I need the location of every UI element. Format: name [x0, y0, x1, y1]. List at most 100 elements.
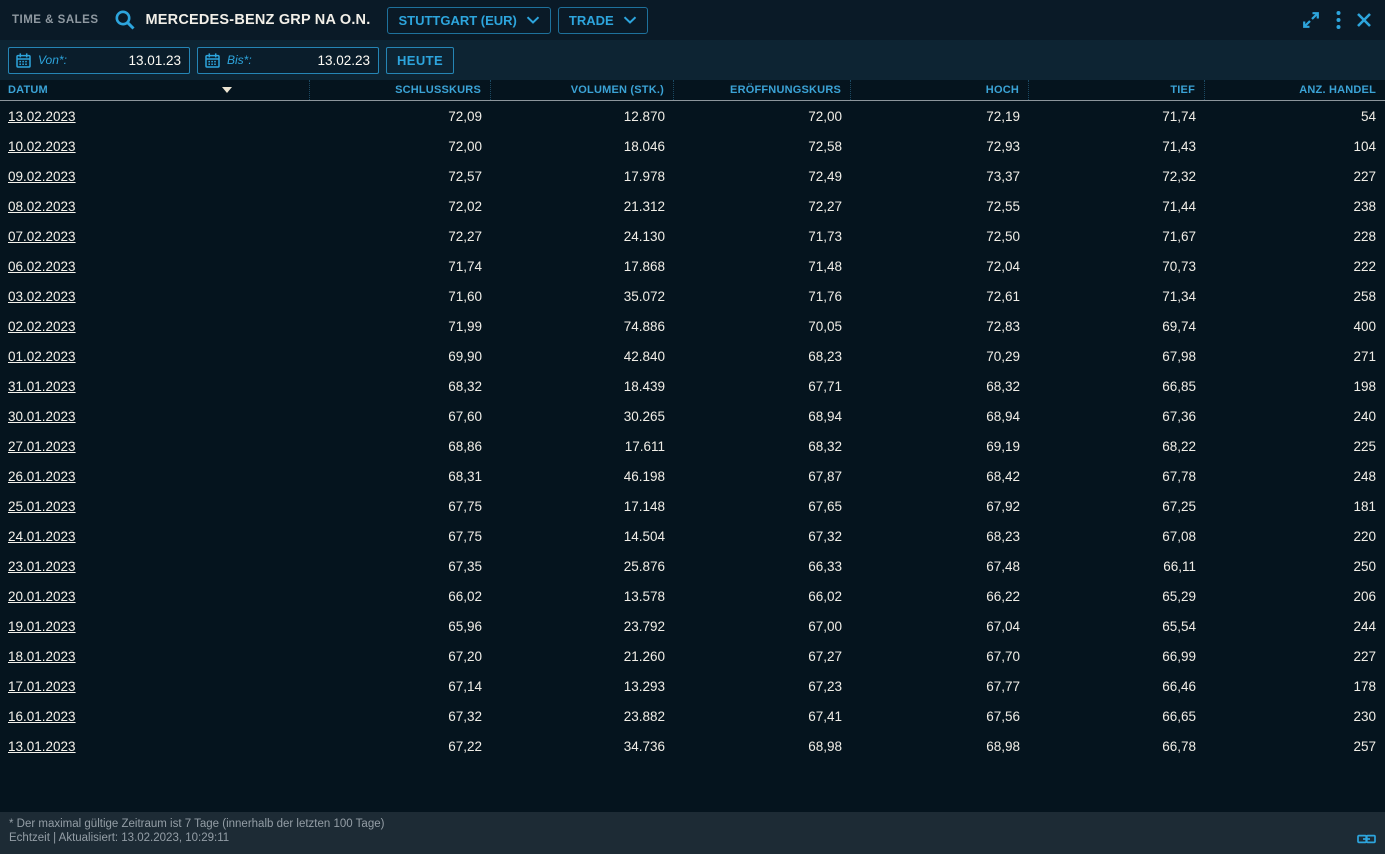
date-link[interactable]: 26.01.2023 [8, 469, 76, 484]
heute-button[interactable]: HEUTE [386, 47, 454, 74]
cell-schlusskurs: 69,90 [310, 349, 491, 364]
table-row: 03.02.202371,6035.07271,7672,6171,34258 [0, 281, 1385, 311]
date-link[interactable]: 03.02.2023 [8, 289, 76, 304]
date-link[interactable]: 07.02.2023 [8, 229, 76, 244]
calendar-icon [16, 53, 31, 68]
column-header-schlusskurs[interactable]: SCHLUSSKURS [310, 80, 491, 100]
cell-hoch: 72,19 [851, 109, 1029, 124]
cell-eroeffnungskurs: 71,48 [674, 259, 851, 274]
cell-volumen: 46.198 [491, 469, 674, 484]
cell-schlusskurs: 67,14 [310, 679, 491, 694]
cell-tief: 71,44 [1029, 199, 1205, 214]
date-link[interactable]: 17.01.2023 [8, 679, 76, 694]
cell-eroeffnungskurs: 67,23 [674, 679, 851, 694]
date-link[interactable]: 25.01.2023 [8, 499, 76, 514]
cell-tief: 71,34 [1029, 289, 1205, 304]
trade-dropdown[interactable]: TRADE [558, 7, 648, 34]
date-link[interactable]: 16.01.2023 [8, 709, 76, 724]
table-row: 24.01.202367,7514.50467,3268,2367,08220 [0, 521, 1385, 551]
date-link[interactable]: 20.01.2023 [8, 589, 76, 604]
date-link[interactable]: 09.02.2023 [8, 169, 76, 184]
column-header-datum[interactable]: DATUM [0, 80, 310, 100]
cell-schlusskurs: 71,60 [310, 289, 491, 304]
cell-volumen: 24.130 [491, 229, 674, 244]
date-link[interactable]: 08.02.2023 [8, 199, 76, 214]
calendar-icon [205, 53, 220, 68]
cell-eroeffnungskurs: 66,02 [674, 589, 851, 604]
time-and-sales-panel: TIME & SALES MERCEDES-BENZ GRP NA O.N. S… [0, 0, 1385, 854]
cell-schlusskurs: 67,20 [310, 649, 491, 664]
column-header-volumen[interactable]: VOLUMEN (STK.) [491, 80, 674, 100]
date-link[interactable]: 24.01.2023 [8, 529, 76, 544]
column-header-eroeffnungskurs[interactable]: ERÖFFNUNGSKURS [674, 80, 851, 100]
cell-datum: 23.01.2023 [0, 559, 310, 574]
cell-anz-handel: 230 [1205, 709, 1385, 724]
cell-anz-handel: 244 [1205, 619, 1385, 634]
date-link[interactable]: 27.01.2023 [8, 439, 76, 454]
kebab-menu-icon[interactable] [1336, 10, 1341, 30]
table-row: 09.02.202372,5717.97872,4973,3772,32227 [0, 161, 1385, 191]
bis-value[interactable]: 13.02.23 [317, 53, 370, 68]
cell-datum: 03.02.2023 [0, 289, 310, 304]
date-link[interactable]: 01.02.2023 [8, 349, 76, 364]
cell-schlusskurs: 66,02 [310, 589, 491, 604]
bis-date-field[interactable]: Bis*: 13.02.23 [197, 47, 379, 74]
cell-eroeffnungskurs: 72,00 [674, 109, 851, 124]
search-icon[interactable] [113, 8, 137, 32]
cell-eroeffnungskurs: 67,65 [674, 499, 851, 514]
cell-hoch: 67,48 [851, 559, 1029, 574]
cell-tief: 67,78 [1029, 469, 1205, 484]
cell-anz-handel: 181 [1205, 499, 1385, 514]
date-link[interactable]: 23.01.2023 [8, 559, 76, 574]
cell-eroeffnungskurs: 67,71 [674, 379, 851, 394]
cell-anz-handel: 104 [1205, 139, 1385, 154]
column-header-tief[interactable]: TIEF [1029, 80, 1205, 100]
table-row: 08.02.202372,0221.31272,2772,5571,44238 [0, 191, 1385, 221]
close-icon[interactable] [1356, 12, 1372, 28]
table-row: 01.02.202369,9042.84068,2370,2967,98271 [0, 341, 1385, 371]
cell-anz-handel: 227 [1205, 649, 1385, 664]
cell-volumen: 35.072 [491, 289, 674, 304]
von-date-field[interactable]: Von*: 13.01.23 [8, 47, 190, 74]
cell-volumen: 42.840 [491, 349, 674, 364]
column-header-hoch[interactable]: HOCH [851, 80, 1029, 100]
von-value[interactable]: 13.01.23 [128, 53, 181, 68]
cell-tief: 65,54 [1029, 619, 1205, 634]
table-row: 16.01.202367,3223.88267,4167,5666,65230 [0, 701, 1385, 731]
cell-hoch: 68,42 [851, 469, 1029, 484]
date-link[interactable]: 10.02.2023 [8, 139, 76, 154]
cell-eroeffnungskurs: 67,87 [674, 469, 851, 484]
cell-volumen: 25.876 [491, 559, 674, 574]
cell-volumen: 14.504 [491, 529, 674, 544]
date-link[interactable]: 31.01.2023 [8, 379, 76, 394]
cell-tief: 66,99 [1029, 649, 1205, 664]
table-row: 19.01.202365,9623.79267,0067,0465,54244 [0, 611, 1385, 641]
cell-datum: 13.02.2023 [0, 109, 310, 124]
date-link[interactable]: 30.01.2023 [8, 409, 76, 424]
instrument-name[interactable]: MERCEDES-BENZ GRP NA O.N. [146, 12, 371, 28]
date-link[interactable]: 06.02.2023 [8, 259, 76, 274]
table-row: 07.02.202372,2724.13071,7372,5071,67228 [0, 221, 1385, 251]
cell-hoch: 72,93 [851, 139, 1029, 154]
date-link[interactable]: 13.01.2023 [8, 739, 76, 754]
expand-icon[interactable] [1301, 10, 1321, 30]
cell-eroeffnungskurs: 68,98 [674, 739, 851, 754]
cell-volumen: 17.148 [491, 499, 674, 514]
cell-eroeffnungskurs: 71,73 [674, 229, 851, 244]
link-icon[interactable] [1357, 833, 1376, 845]
date-link[interactable]: 18.01.2023 [8, 649, 76, 664]
cell-schlusskurs: 67,75 [310, 499, 491, 514]
date-link[interactable]: 02.02.2023 [8, 319, 76, 334]
cell-eroeffnungskurs: 67,41 [674, 709, 851, 724]
exchange-dropdown-label: STUTTGART (EUR) [398, 13, 516, 28]
cell-tief: 67,08 [1029, 529, 1205, 544]
date-link[interactable]: 13.02.2023 [8, 109, 76, 124]
cell-datum: 08.02.2023 [0, 199, 310, 214]
cell-eroeffnungskurs: 68,23 [674, 349, 851, 364]
table-row: 26.01.202368,3146.19867,8768,4267,78248 [0, 461, 1385, 491]
cell-anz-handel: 271 [1205, 349, 1385, 364]
date-link[interactable]: 19.01.2023 [8, 619, 76, 634]
cell-eroeffnungskurs: 72,49 [674, 169, 851, 184]
column-header-anz-handel[interactable]: ANZ. HANDEL [1205, 80, 1385, 100]
exchange-dropdown[interactable]: STUTTGART (EUR) [387, 7, 550, 34]
